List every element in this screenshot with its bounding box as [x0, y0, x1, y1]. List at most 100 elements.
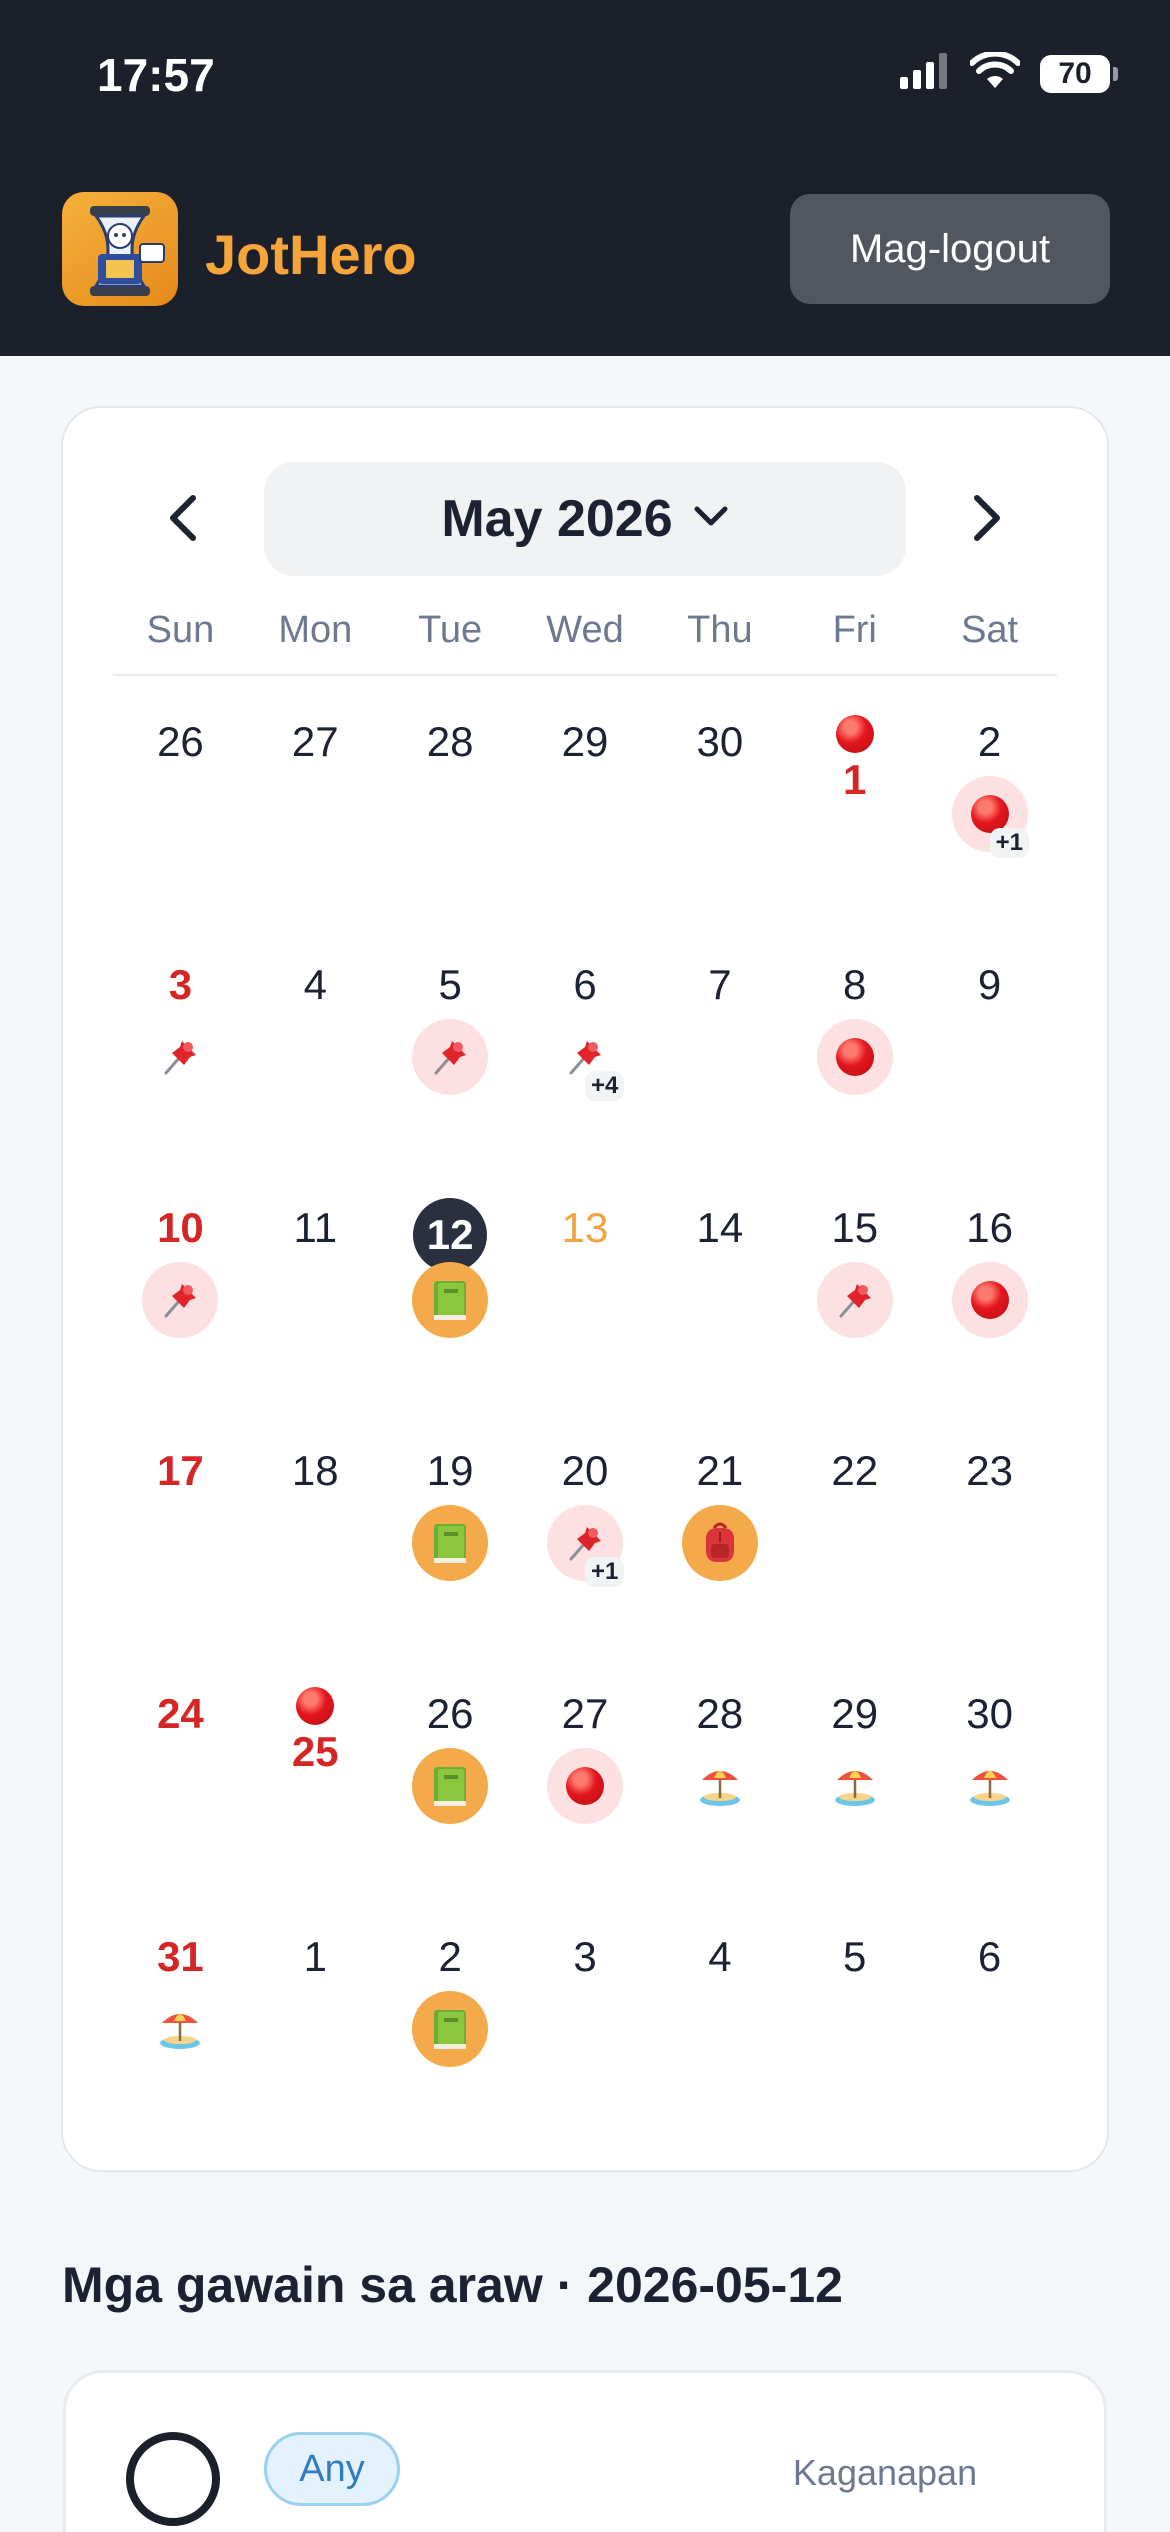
day-number: 31 [157, 1933, 204, 1980]
chevron-left-icon [170, 495, 196, 541]
calendar-day[interactable]: 11 [248, 1176, 383, 1419]
calendar-day[interactable]: 4 [652, 1905, 787, 2148]
calendar-day[interactable]: 28 [383, 690, 518, 933]
calendar-day[interactable]: 5 [787, 1905, 922, 2148]
task-card[interactable] [63, 2370, 1107, 2532]
calendar-day[interactable]: 1 [787, 690, 922, 933]
day-number: 28 [696, 1690, 744, 1737]
calendar-week: 31 1 2 3 4 5 6 [113, 1905, 1057, 2148]
calendar-day[interactable]: 3 [518, 1905, 653, 2148]
calendar-day[interactable]: 21 [652, 1419, 787, 1662]
calendar-day[interactable]: 6 +4 [518, 933, 653, 1176]
wifi-icon [969, 50, 1021, 95]
next-month-button[interactable] [955, 488, 1015, 548]
calendar-day[interactable]: 5 [383, 933, 518, 1176]
day-number: 30 [696, 718, 744, 765]
beach-umbrella-icon [682, 1748, 758, 1824]
chevron-down-icon [693, 505, 729, 534]
beach-umbrella-icon [952, 1748, 1028, 1824]
day-number: 9 [977, 961, 1002, 1008]
day-number: 5 [438, 961, 462, 1008]
day-number: 15 [831, 1204, 879, 1251]
calendar-day[interactable]: 12 [383, 1176, 518, 1419]
calendar-day[interactable]: 16 [922, 1176, 1057, 1419]
calendar-day[interactable]: 10 [113, 1176, 248, 1419]
calendar-day[interactable]: 13 [518, 1176, 653, 1419]
weekday-tue: Tue [418, 609, 483, 651]
calendar-day[interactable]: 8 [787, 933, 922, 1176]
red-circle-icon [547, 1748, 623, 1824]
day-number: 11 [293, 1204, 338, 1251]
day-number: 14 [696, 1204, 744, 1251]
weekday-fri: Fri [832, 609, 877, 651]
battery-tip [1113, 66, 1118, 81]
calendar-day[interactable]: 18 [248, 1419, 383, 1662]
calendar-day[interactable]: 26 [383, 1662, 518, 1905]
day-number: 29 [831, 1690, 879, 1737]
red-circle-icon [816, 1019, 893, 1095]
calendar-day[interactable]: 27 [518, 1662, 653, 1905]
status-time: 17:57 [97, 49, 215, 101]
day-number: 4 [303, 961, 327, 1008]
calendar-day[interactable]: 6 [922, 1905, 1057, 2148]
day-number: 25 [291, 1728, 339, 1775]
calendar-day[interactable]: 14 [652, 1176, 787, 1419]
calendar-day[interactable]: 30 [652, 690, 787, 933]
app-name: JotHero [205, 223, 417, 286]
day-number: 3 [573, 1933, 597, 1980]
day-number: 20 [561, 1447, 609, 1494]
calendar-day[interactable]: 20 +1 [518, 1419, 653, 1662]
day-number: 28 [426, 718, 474, 765]
calendar-day[interactable]: 29 [787, 1662, 922, 1905]
month-selector[interactable]: May 2026 [264, 462, 906, 576]
calendar-day[interactable]: 2 [383, 1905, 518, 2148]
calendar-day[interactable]: 29 [518, 690, 653, 933]
day-number: 29 [561, 718, 609, 765]
calendar-grid: 26 27 28 29 30 1 2 +1 3 4 5 6 +4 7 8 9 10 11 12 13 14 15 16 17 1… [113, 690, 1057, 2148]
day-number: 10 [157, 1204, 204, 1251]
day-number: 26 [426, 1690, 474, 1737]
calendar-day[interactable]: 26 [113, 690, 248, 933]
logout-button[interactable]: Mag-logout [790, 194, 1110, 304]
calendar-week: 17 18 19 20 +1 21 22 23 [113, 1419, 1057, 1662]
calendar-day[interactable]: 23 [922, 1419, 1057, 1662]
calendar-day[interactable]: 22 [787, 1419, 922, 1662]
more-events-badge: +1 [989, 828, 1029, 858]
day-number: 27 [291, 718, 339, 765]
book-icon [412, 1748, 489, 1824]
battery-level: 70 [1040, 54, 1110, 93]
day-number: 1 [843, 756, 867, 803]
calendar-week: 3 4 5 6 +4 7 8 9 [113, 933, 1057, 1176]
prev-month-button[interactable] [155, 488, 215, 548]
app-logo [62, 192, 178, 306]
book-icon [412, 1262, 489, 1338]
weekday-wed: Wed [546, 609, 624, 651]
calendar-day[interactable]: 4 [248, 933, 383, 1176]
calendar-week: 10 11 12 13 14 15 16 [113, 1176, 1057, 1419]
more-events-badge: +1 [585, 1557, 625, 1587]
calendar-day[interactable]: 19 [383, 1419, 518, 1662]
red-circle-icon [833, 712, 877, 756]
day-number: 1 [303, 1933, 327, 1980]
tasks-section-title: Mga gawain sa araw · 2026-05-12 [62, 2257, 843, 2313]
calendar-day[interactable]: 25 [248, 1662, 383, 1905]
calendar-day[interactable]: 15 [787, 1176, 922, 1419]
day-number: 23 [966, 1447, 1013, 1494]
calendar-day[interactable]: 30 [922, 1662, 1057, 1905]
pushpin-icon [412, 1019, 489, 1095]
pushpin-icon [816, 1262, 893, 1338]
calendar-day[interactable]: 17 [113, 1419, 248, 1662]
day-number: 22 [831, 1447, 879, 1494]
cellular-signal-icon [900, 53, 950, 94]
calendar-day[interactable]: 7 [652, 933, 787, 1176]
task-checkbox[interactable] [126, 2432, 220, 2526]
calendar-day[interactable]: 1 [248, 1905, 383, 2148]
calendar-day[interactable]: 27 [248, 690, 383, 933]
calendar-day[interactable]: 28 [652, 1662, 787, 1905]
calendar-day[interactable]: 31 [113, 1905, 248, 2148]
calendar-day[interactable]: 2 +1 [922, 690, 1057, 933]
month-label: May 2026 [441, 490, 673, 548]
calendar-day[interactable]: 24 [113, 1662, 248, 1905]
calendar-day[interactable]: 3 [113, 933, 248, 1176]
calendar-day[interactable]: 9 [922, 933, 1057, 1176]
